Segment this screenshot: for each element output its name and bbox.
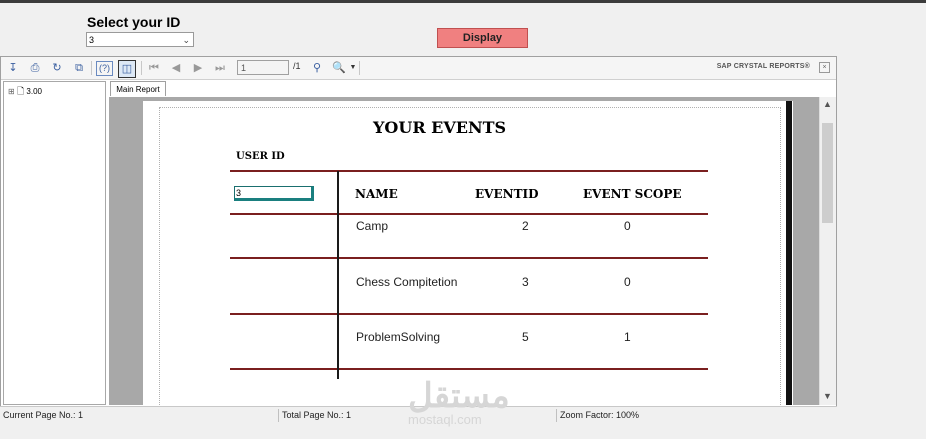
- viewer-toolbar: ↧ ⎙ ↻ ⧉ (?) ◫ ⏮ ◀ ▶ ⏭ 1 /1 ⚲ 🔍 ▼ SAP CRY…: [1, 57, 836, 80]
- cell-scope: 0: [624, 219, 631, 233]
- select-id-label: Select your ID: [87, 14, 181, 30]
- page-edge-shadow: [786, 101, 792, 405]
- binoculars-search-icon[interactable]: ⚲: [309, 60, 325, 76]
- header-name: NAME: [355, 187, 398, 201]
- table-rule: [230, 213, 708, 215]
- cell-eventid: 5: [522, 330, 529, 344]
- page-total-label: /1: [293, 61, 301, 71]
- current-page-status: Current Page No.: 1: [3, 410, 84, 420]
- table-rule: [230, 368, 708, 370]
- tab-main-report[interactable]: Main Report: [110, 81, 166, 96]
- group-tree-panel: ⊞ 🗋 3.00: [3, 81, 106, 405]
- copy-icon[interactable]: ⧉: [71, 60, 87, 76]
- table-rule: [230, 313, 708, 315]
- cell-name: Camp: [356, 219, 389, 233]
- watermark-logo: مستقل: [408, 377, 510, 415]
- total-page-status: Total Page No.: 1: [282, 410, 352, 420]
- report-title: YOUR EVENTS: [373, 118, 507, 137]
- header-eventid: EVENTID: [475, 187, 539, 201]
- report-canvas: YOUR EVENTS USER ID 3 NAME EVENTID EVENT…: [109, 97, 819, 405]
- last-page-icon[interactable]: ⏭: [212, 60, 228, 76]
- watermark-url: mostaql.com: [408, 412, 482, 427]
- chevron-down-icon[interactable]: ⌄: [182, 33, 190, 48]
- expand-icon[interactable]: ⊞: [8, 87, 15, 96]
- table-rule: [230, 257, 708, 259]
- cell-eventid: 2: [522, 219, 529, 233]
- user-id-value-field[interactable]: 3: [234, 186, 314, 201]
- column-divider: [337, 171, 339, 379]
- toolbar-separator: [359, 61, 360, 75]
- display-button[interactable]: Display: [437, 28, 528, 48]
- vertical-scrollbar[interactable]: ▲ ▼: [819, 97, 836, 405]
- next-page-icon[interactable]: ▶: [190, 60, 206, 76]
- group-tree-icon[interactable]: ◫: [118, 60, 136, 78]
- id-dropdown-value: 3: [89, 35, 95, 45]
- toolbar-separator: [141, 61, 142, 75]
- print-icon[interactable]: ⎙: [27, 60, 43, 76]
- page-number-input[interactable]: 1: [237, 60, 289, 75]
- id-dropdown[interactable]: 3 ⌄: [86, 32, 194, 47]
- window-top-border: [0, 0, 926, 3]
- scroll-up-icon[interactable]: ▲: [823, 99, 832, 109]
- cell-scope: 0: [624, 275, 631, 289]
- first-page-icon[interactable]: ⏮: [146, 60, 162, 76]
- table-rule: [230, 170, 708, 172]
- cell-eventid: 3: [522, 275, 529, 289]
- parameter-panel-icon[interactable]: (?): [96, 61, 113, 76]
- sap-crystal-reports-logo: SAP CRYSTAL REPORTS®: [716, 63, 810, 70]
- scrollbar-thumb[interactable]: [822, 123, 833, 223]
- report-page: YOUR EVENTS USER ID 3 NAME EVENTID EVENT…: [143, 101, 793, 405]
- status-separator: [278, 409, 279, 422]
- close-icon[interactable]: ×: [819, 62, 830, 73]
- cell-scope: 1: [624, 330, 631, 344]
- tree-node-label[interactable]: 3.00: [26, 87, 42, 96]
- document-icon: 🗋: [16, 86, 25, 96]
- crystal-report-viewer: ↧ ⎙ ↻ ⧉ (?) ◫ ⏮ ◀ ▶ ⏭ 1 /1 ⚲ 🔍 ▼ SAP CRY…: [0, 56, 837, 424]
- header-event-scope: EVENT SCOPE: [583, 187, 682, 201]
- export-icon[interactable]: ↧: [5, 60, 21, 76]
- zoom-status: Zoom Factor: 100%: [560, 410, 640, 420]
- status-separator: [556, 409, 557, 422]
- cell-name: Chess Compitetion: [356, 275, 458, 289]
- refresh-icon[interactable]: ↻: [49, 60, 65, 76]
- user-id-label: USER ID: [236, 151, 285, 162]
- toolbar-separator: [91, 61, 92, 75]
- previous-page-icon[interactable]: ◀: [168, 60, 184, 76]
- scroll-down-icon[interactable]: ▼: [823, 391, 832, 401]
- tree-node[interactable]: ⊞ 🗋 3.00: [8, 84, 42, 100]
- cell-name: ProblemSolving: [356, 330, 441, 344]
